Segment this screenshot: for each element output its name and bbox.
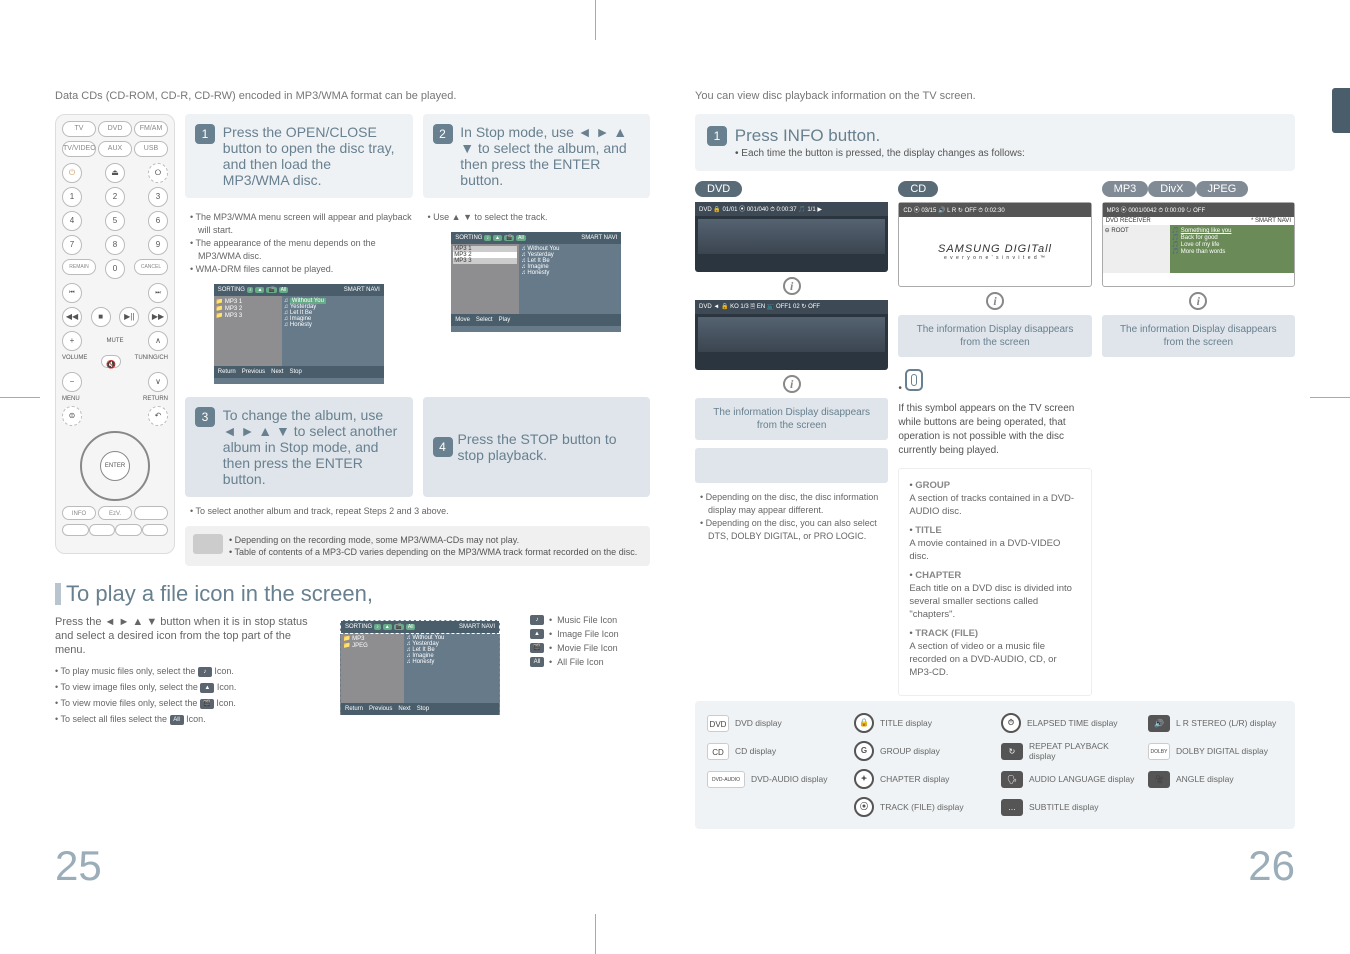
remote-control-image: TVDVDFM/AM TV/VIDEOAUXUSB ⏻⏏⭘ 123 456 78… <box>55 114 175 554</box>
step-1: 1 Press the OPEN/CLOSE button to open th… <box>185 114 413 198</box>
info-icon: i <box>783 277 801 295</box>
group-icon: G <box>854 741 874 761</box>
steps-column: 1 Press the OPEN/CLOSE button to open th… <box>185 114 650 566</box>
cd-screen: CD ⦿ 03/15 🔊 L R ↻ OFF ⏱ 0:02:30 SAMSUNG… <box>898 202 1091 287</box>
music-icon: ♪ <box>530 615 544 625</box>
page-number: 25 <box>55 842 102 890</box>
dvd-screen-2: DVD ◄ 🔒 KO 1/3 🗎 EN 📺 OFF1 02 ↻ OFF <box>695 300 888 370</box>
movie-icon: 🎬 <box>530 643 544 653</box>
screen-preview-2: SORTING♪▲🎬AllSMART NAVI MP3 1MP3 2MP3 3 … <box>451 232 621 332</box>
mp3-screen: MP3 ⦿ 0001/0042 ⏱ 0:00:09 ↻ OFF DVD RECE… <box>1102 202 1295 287</box>
all-icon: All <box>530 657 544 667</box>
audio-lang-icon: 🗣 <box>1001 771 1023 788</box>
screen-preview-1: SORTING♪▲🎬AllSMART NAVI 📁 MP3 1📁 MP3 2📁 … <box>214 284 384 384</box>
section-header: To play a file icon in the screen, <box>55 581 650 607</box>
cd-column: CD CD ⦿ 03/15 🔊 L R ↻ OFF ⏱ 0:02:30 SAMS… <box>898 181 1091 696</box>
intro-text: Data CDs (CD-ROM, CD-R, CD-RW) encoded i… <box>55 90 650 102</box>
time-icon: ⏱ <box>1001 713 1021 733</box>
title-icon: 🔒 <box>854 713 874 733</box>
dvd-screen-1: DVD 🔒 01/01 ⦿ 001/040 ⏱ 0:00:37 🎵 1/1 ▶ <box>695 202 888 272</box>
dvdaudio-badge: DVD-AUDIO <box>707 771 745 788</box>
left-page: Data CDs (CD-ROM, CD-R, CD-RW) encoded i… <box>55 90 650 890</box>
screen-preview-3: SORTING♪▲🎬AllSMART NAVI 📁 MP3📁 JPEG ♫ Wi… <box>340 620 500 715</box>
press-box: 1 Press INFO button. • Each time the but… <box>695 114 1295 171</box>
note-icon <box>193 534 223 554</box>
hand-icon <box>905 369 923 391</box>
track-icon: ⦿ <box>854 797 874 817</box>
dolby-badge: DOLBY <box>1148 743 1170 760</box>
right-page: You can view disc playback information o… <box>695 90 1295 890</box>
angle-icon: 🎥 <box>1148 771 1170 788</box>
subtitle-icon: … <box>1001 799 1023 816</box>
step-2: 2 In Stop mode, use ◄ ► ▲ ▼ to select th… <box>423 114 651 198</box>
step-3: 3 To change the album, use ◄ ► ▲ ▼ to se… <box>185 397 413 497</box>
stereo-icon: 🔊 <box>1148 715 1170 732</box>
dvd-column: DVD DVD 🔒 01/01 ⦿ 001/040 ⏱ 0:00:37 🎵 1/… <box>695 181 888 696</box>
cd-badge: CD <box>707 743 729 760</box>
note-box: Depending on the recording mode, some MP… <box>185 526 650 566</box>
step-4: 4 Press the STOP button to stop playback… <box>423 397 651 497</box>
mp3-column: MP3DivXJPEG MP3 ⦿ 0001/0042 ⏱ 0:00:09 ↻ … <box>1102 181 1295 696</box>
image-icon: ▲ <box>530 629 544 639</box>
display-types-legend: DVDDVD display 🔒TITLE display ⏱ELAPSED T… <box>695 701 1295 829</box>
edge-tab <box>1332 88 1350 133</box>
definitions-box: • GROUPA section of tracks contained in … <box>898 468 1091 696</box>
repeat-icon: ↻ <box>1001 743 1023 760</box>
chapter-icon: ✦ <box>854 769 874 789</box>
page-number-r: 26 <box>1248 842 1295 890</box>
intro-text-r: You can view disc playback information o… <box>695 90 1295 102</box>
bar-icon <box>55 583 61 605</box>
section-text: Press the ◄ ► ▲ ▼ button when it is in s… <box>55 615 310 657</box>
dvd-badge: DVD <box>707 715 729 732</box>
